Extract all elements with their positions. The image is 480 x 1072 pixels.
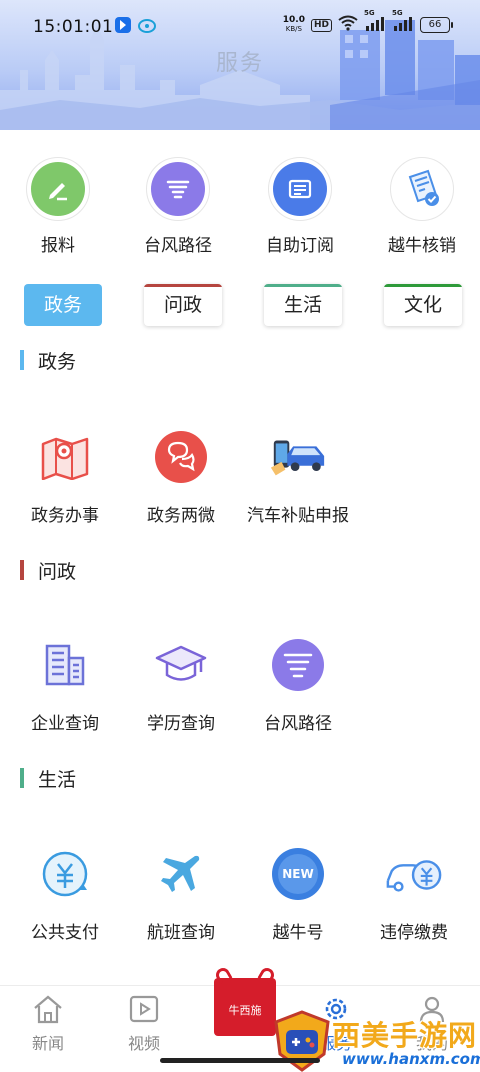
car-phone-icon [268, 427, 328, 487]
pen-icon [31, 162, 85, 216]
cloud-app-icon [138, 17, 156, 37]
home-indicator[interactable] [160, 1058, 320, 1063]
ticket-icon [395, 162, 449, 216]
car-yuan-icon [384, 844, 444, 904]
wifi-icon [338, 15, 358, 35]
typhoon-icon [268, 635, 328, 695]
app-notification-icon [115, 17, 131, 37]
section-title-life: 生活 [20, 766, 76, 791]
watermark-text: 西美手游网 [332, 1019, 478, 1052]
quick-action-label: 越牛核销 [388, 236, 456, 256]
quick-action-typhoon[interactable]: 台风路径 [123, 157, 233, 256]
service-car-subsidy[interactable]: 汽车补贴申报 [240, 427, 356, 526]
watermark-url: www.hanxm.com [342, 1050, 480, 1068]
quick-action-label: 报料 [41, 236, 75, 256]
service-yueniu-account[interactable]: NEW 越牛号 [240, 844, 356, 943]
status-time: 15:01:01 [33, 17, 114, 37]
service-gov-affairs[interactable]: 政务办事 [7, 427, 123, 526]
network-speed: 10.0 KB/S [282, 15, 305, 34]
new-badge-icon: NEW [268, 844, 328, 904]
newspaper-icon [273, 162, 327, 216]
page-title: 服务 [215, 51, 264, 76]
signal-strength-icon: 5G [364, 9, 386, 35]
header-banner: 15:01:01 10.0 KB/S HD 5G 5G 66 服务 [0, 0, 480, 130]
service-typhoon-path[interactable]: 台风路径 [240, 635, 356, 734]
house-icon [8, 994, 88, 1028]
play-icon [104, 994, 184, 1028]
quick-action-label: 台风路径 [144, 236, 212, 256]
graduation-cap-icon [151, 635, 211, 695]
service-education-search[interactable]: 学历查询 [123, 635, 239, 734]
battery-indicator: 66 [420, 17, 453, 33]
service-company-search[interactable]: 企业查询 [7, 635, 123, 734]
center-logo-button[interactable]: 牛西施 [213, 965, 277, 1036]
status-bar: 15:01:01 10.0 KB/S HD 5G 5G 66 [0, 0, 480, 48]
nav-video[interactable]: 视频 [104, 994, 184, 1054]
service-flight-search[interactable]: 航班查询 [123, 844, 239, 943]
tab-life[interactable]: 生活 [264, 284, 342, 326]
tab-culture[interactable]: 文化 [384, 284, 462, 326]
tab-inquiry[interactable]: 问政 [144, 284, 222, 326]
service-public-payment[interactable]: 公共支付 [7, 844, 123, 943]
nav-news[interactable]: 新闻 [8, 994, 88, 1054]
building-icon [35, 635, 95, 695]
service-gov-weibo-wechat[interactable]: 政务两微 [123, 427, 239, 526]
quick-action-report[interactable]: 报料 [3, 157, 113, 256]
signal-strength-icon-2: 5G [392, 9, 414, 35]
service-parking-fine[interactable]: 违停缴费 [356, 844, 472, 943]
airplane-icon [151, 844, 211, 904]
center-logo-text: 牛西施 [228, 1004, 262, 1017]
quick-action-label: 自助订阅 [266, 236, 334, 256]
quick-action-redeem[interactable]: 越牛核销 [367, 157, 477, 256]
yuan-payment-icon [35, 844, 95, 904]
chat-bubbles-icon [151, 427, 211, 487]
typhoon-icon [151, 162, 205, 216]
section-title-government: 政务 [20, 348, 76, 373]
quick-actions: 报料 台风路径 自助订阅 越牛核销 [0, 157, 480, 257]
section-title-inquiry: 问政 [20, 558, 76, 583]
map-pin-icon [35, 427, 95, 487]
svg-text:NEW: NEW [282, 867, 313, 881]
category-tabs: 政务 问政 生活 文化 [0, 284, 480, 328]
hd-badge: HD [310, 18, 332, 32]
quick-action-subscribe[interactable]: 自助订阅 [245, 157, 355, 256]
tab-government[interactable]: 政务 [24, 284, 102, 326]
